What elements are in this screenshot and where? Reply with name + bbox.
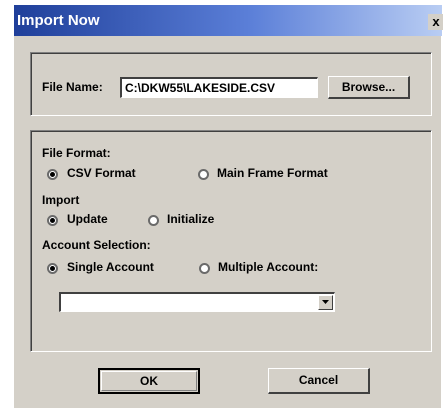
multiple-account-label[interactable]: Multiple Account: [218,260,318,274]
file-format-label: File Format: [42,146,111,160]
csv-format-radio[interactable] [47,169,58,180]
main-frame-format-label[interactable]: Main Frame Format [217,166,328,180]
initialize-label[interactable]: Initialize [167,212,214,226]
account-dropdown[interactable] [59,292,335,312]
initialize-radio[interactable] [148,215,159,226]
single-account-radio[interactable] [47,263,58,274]
title-bar[interactable]: Import Now x [14,5,443,36]
update-label[interactable]: Update [67,212,108,226]
main-frame-format-radio[interactable] [198,169,209,180]
account-selection-label: Account Selection: [42,238,151,252]
csv-format-label[interactable]: CSV Format [67,166,136,180]
dropdown-arrow-button[interactable] [318,295,333,310]
browse-button[interactable]: Browse... [328,76,410,99]
single-account-label[interactable]: Single Account [67,260,154,274]
window-title: Import Now [17,12,100,29]
chevron-down-icon [322,300,329,304]
multiple-account-radio[interactable] [199,263,210,274]
import-now-dialog: Import Now x File Name: C:\DKW55\LAKESID… [13,5,443,408]
ok-button[interactable]: OK [98,368,200,394]
close-button[interactable]: x [428,14,443,30]
file-name-label: File Name: [42,80,103,94]
file-name-input[interactable]: C:\DKW55\LAKESIDE.CSV [120,77,318,98]
update-radio[interactable] [47,215,58,226]
import-label: Import [42,193,80,207]
cancel-button[interactable]: Cancel [268,368,370,394]
